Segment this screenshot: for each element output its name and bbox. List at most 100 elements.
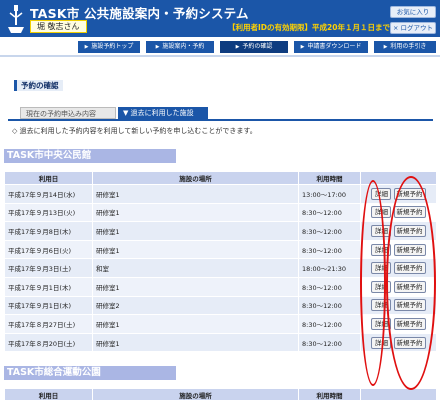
- nav-tab-top[interactable]: ▶ 施設予約トップ: [78, 41, 140, 53]
- row-actions: 詳細 新規予約: [360, 332, 437, 353]
- nav-tab-downloads[interactable]: ▶ 申請書ダウンロード: [294, 41, 368, 53]
- detail-button[interactable]: 詳細: [371, 262, 392, 275]
- table-row: 平成17年９月13日(火) 研修室1 8:30～12:00 詳細 新規予約: [4, 202, 437, 223]
- table-row: 平成17年９月1日(木) 研修室1 8:30～12:00 詳細 新規予約: [4, 276, 437, 297]
- arrow-right-icon: ▶: [84, 44, 89, 50]
- usage-time: 8:30～12:00: [298, 239, 361, 260]
- usage-time: 8:30～12:00: [298, 295, 361, 316]
- favorites-button[interactable]: お気に入り: [390, 6, 436, 18]
- usage-time: 8:30～12:00: [298, 202, 361, 223]
- usage-date: 平成17年９月3日(土): [4, 258, 93, 278]
- column-header-time: 利用時間: [298, 171, 361, 185]
- new-reservation-button[interactable]: 新規予約: [393, 262, 426, 275]
- facility-title: TASK市中央公民館: [4, 149, 176, 163]
- row-actions: 詳細 新規予約: [360, 258, 437, 278]
- room-name: 和室: [92, 258, 299, 278]
- header-divider: [0, 55, 440, 57]
- tab-past-facilities[interactable]: ▼ 過去に利用した施設: [118, 107, 208, 119]
- room-name: 研修室1: [92, 221, 299, 241]
- detail-button[interactable]: 詳細: [371, 206, 392, 219]
- table-row: 平成17年９月3日(土) 和室 18:00～21:30 詳細 新規予約: [4, 258, 437, 278]
- room-name: 研修室1: [92, 202, 299, 223]
- row-actions: 詳細 新規予約: [360, 239, 437, 260]
- table-row: 平成17年８月27日(土) 研修室1 8:30～12:00 詳細 新規予約: [4, 314, 437, 334]
- usage-date: 平成17年９月13日(火): [4, 202, 93, 223]
- table-row: 平成17年８月20日(土) 研修室1 8:30～12:00 詳細 新規予約: [4, 332, 437, 353]
- arrow-right-icon: ▶: [300, 44, 305, 50]
- id-validity-notice: 【利用者IDの有効期限】平成20年１月１日まで: [228, 23, 390, 32]
- room-name: 研修室1: [92, 184, 299, 204]
- city-logo-icon: [8, 5, 24, 33]
- new-reservation-button[interactable]: 新規予約: [393, 243, 426, 256]
- arrow-right-icon: ▶: [383, 44, 388, 50]
- column-header-date: 利用日: [4, 171, 93, 185]
- detail-button[interactable]: 詳細: [371, 243, 392, 256]
- column-header-actions: [360, 388, 437, 400]
- column-header-location: 施設の場所: [92, 388, 299, 400]
- column-header-location: 施設の場所: [92, 171, 299, 185]
- usage-date: 平成17年８月27日(土): [4, 314, 93, 334]
- usage-time: 8:30～12:00: [298, 221, 361, 241]
- table-row: 平成17年９月1日(木) 研修室2 8:30～12:00 詳細 新規予約: [4, 295, 437, 316]
- usage-date: 平成17年９月1日(木): [4, 295, 93, 316]
- row-actions: 詳細 新規予約: [360, 184, 437, 204]
- column-header-actions: [360, 171, 437, 185]
- row-actions: 詳細 新規予約: [360, 314, 437, 334]
- usage-date: 平成17年９月8日(木): [4, 221, 93, 241]
- tab-underline: [8, 119, 433, 121]
- new-reservation-button[interactable]: 新規予約: [393, 299, 426, 312]
- room-name: 研修室1: [92, 239, 299, 260]
- detail-button[interactable]: 詳細: [371, 299, 392, 312]
- arrow-right-icon: ▶: [155, 44, 160, 50]
- facility-title: TASK市総合運動公園: [4, 366, 176, 380]
- room-name: 研修室2: [92, 295, 299, 316]
- logout-button[interactable]: × ログアウト: [390, 22, 436, 34]
- nav-tab-guide[interactable]: ▶ 利用の手引き: [374, 41, 436, 53]
- user-name-badge: 堀 敬志さん: [30, 20, 87, 33]
- usage-time: 8:30～12:00: [298, 314, 361, 334]
- column-header-time: 利用時間: [298, 388, 361, 400]
- table-header-row: 利用日 施設の場所 利用時間: [4, 388, 437, 400]
- usage-date: 平成17年９月6日(火): [4, 239, 93, 260]
- usage-date: 平成17年９月14日(水): [4, 184, 93, 204]
- detail-button[interactable]: 詳細: [371, 336, 392, 349]
- column-header-date: 利用日: [4, 388, 93, 400]
- past-usage-table: 利用日 施設の場所 利用時間: [4, 388, 437, 400]
- table-row: 平成17年９月8日(木) 研修室1 8:30～12:00 詳細 新規予約: [4, 221, 437, 241]
- nav-tab-reservation-check[interactable]: ▶ 予約の確認: [220, 41, 288, 53]
- nav-tab-facility-info[interactable]: ▶ 施設案内・予約: [146, 41, 214, 53]
- arrow-right-icon: ▶: [235, 44, 240, 50]
- new-reservation-button[interactable]: 新規予約: [393, 206, 426, 219]
- page-description: ◇ 過去に利用した予約内容を利用して新しい予約を申し込むことができます。: [12, 127, 257, 135]
- detail-button[interactable]: 詳細: [371, 187, 392, 200]
- table-header-row: 利用日 施設の場所 利用時間: [4, 171, 437, 185]
- new-reservation-button[interactable]: 新規予約: [393, 280, 426, 293]
- main-nav: ▶ 施設予約トップ ▶ 施設案内・予約 ▶ 予約の確認 ▶ 申請書ダウンロード ▶ 利用の…: [0, 40, 440, 54]
- usage-time: 18:00～21:30: [298, 258, 361, 278]
- new-reservation-button[interactable]: 新規予約: [393, 317, 426, 330]
- usage-date: 平成17年８月20日(土): [4, 332, 93, 353]
- row-actions: 詳細 新規予約: [360, 202, 437, 223]
- room-name: 研修室1: [92, 276, 299, 297]
- new-reservation-button[interactable]: 新規予約: [393, 187, 426, 200]
- row-actions: 詳細 新規予約: [360, 276, 437, 297]
- tab-current-reservations[interactable]: 現在の予約申込み内容: [20, 107, 116, 119]
- table-row: 平成17年９月6日(火) 研修室1 8:30～12:00 詳細 新規予約: [4, 239, 437, 260]
- new-reservation-button[interactable]: 新規予約: [393, 336, 426, 349]
- usage-time: 8:30～12:00: [298, 332, 361, 353]
- past-usage-table: 利用日 施設の場所 利用時間 平成17年９月14日(水) 研修室1 13:00～…: [4, 171, 437, 353]
- app-header: TASK市 公共施設案内・予約システム 堀 敬志さん 【利用者IDの有効期限】平…: [0, 0, 440, 40]
- row-actions: 詳細 新規予約: [360, 295, 437, 316]
- page-title: 予約の確認: [14, 80, 63, 91]
- usage-date: 平成17年９月1日(木): [4, 276, 93, 297]
- row-actions: 詳細 新規予約: [360, 221, 437, 241]
- table-row: 平成17年９月14日(水) 研修室1 13:00～17:00 詳細 新規予約: [4, 184, 437, 204]
- room-name: 研修室1: [92, 314, 299, 334]
- room-name: 研修室1: [92, 332, 299, 353]
- detail-button[interactable]: 詳細: [371, 224, 392, 237]
- usage-time: 13:00～17:00: [298, 184, 361, 204]
- usage-time: 8:30～12:00: [298, 276, 361, 297]
- new-reservation-button[interactable]: 新規予約: [393, 224, 426, 237]
- detail-button[interactable]: 詳細: [371, 280, 392, 293]
- detail-button[interactable]: 詳細: [371, 317, 392, 330]
